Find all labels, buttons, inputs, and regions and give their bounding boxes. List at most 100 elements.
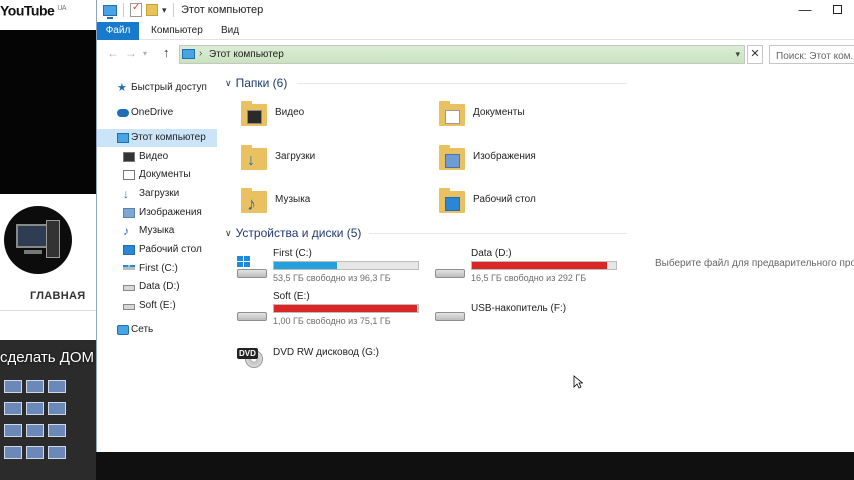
documents-folder-icon: [439, 100, 465, 126]
folder-name: Документы: [473, 107, 525, 118]
sidebar-item-label: Загрузки: [139, 188, 180, 199]
drives-group-header[interactable]: ∨ Устройства и диски (5): [225, 226, 361, 240]
properties-icon[interactable]: [130, 2, 142, 17]
search-box[interactable]: [769, 45, 854, 65]
drive-usage-fill: [274, 262, 338, 269]
chevron-right-icon[interactable]: ›: [199, 48, 202, 59]
youtube-region: UA: [57, 5, 67, 12]
drive-usage-bar: [273, 261, 419, 270]
close-icon[interactable]: ✕: [747, 45, 763, 64]
drive-usage-fill: [472, 262, 608, 269]
folder-item-desktop[interactable]: Рабочий стол: [435, 181, 625, 221]
sidebar-item-label: Видео: [139, 151, 169, 162]
address-bar[interactable]: › Этот компьютер ▾: [179, 45, 745, 64]
address-path[interactable]: Этот компьютер: [209, 49, 284, 60]
address-history-dropdown-icon[interactable]: ▾: [735, 49, 740, 60]
customize-toolbar-dropdown-icon[interactable]: ▾: [162, 5, 167, 16]
music-folder-icon: ♪: [123, 224, 129, 238]
sidebar-item-label: Data (D:): [139, 281, 180, 292]
tab-file[interactable]: Файл: [97, 22, 139, 40]
usb-drive-icon: [433, 299, 467, 325]
folder-name: Видео: [275, 107, 305, 118]
group-divider: [369, 233, 627, 234]
drive-item-d[interactable]: Data (D:) 16,5 ГБ свободно из 292 ГБ: [433, 248, 643, 288]
sidebar-item-label: First (C:): [139, 263, 178, 274]
quick-access-toolbar: ▾: [103, 2, 176, 19]
network-icon: [117, 325, 129, 335]
folder-item-downloads[interactable]: ↓ Загрузки: [237, 138, 427, 178]
drive-item-g[interactable]: DVD DVD RW дисковод (G:): [235, 334, 445, 374]
sidebar-item-downloads[interactable]: ↓ Загрузки: [97, 185, 217, 203]
sidebar-item-quick-access[interactable]: ★ Быстрый доступ: [97, 79, 217, 97]
youtube-background-page: YouTube UA ГЛАВНАЯ сделать ДОМ: [0, 0, 96, 480]
new-folder-icon[interactable]: [146, 4, 158, 16]
drive-item-e[interactable]: Soft (E:) 1,00 ГБ свободно из 75,1 ГБ: [235, 291, 445, 331]
sidebar-item-videos[interactable]: Видео: [97, 148, 217, 166]
sidebar-item-documents[interactable]: Документы: [97, 166, 217, 184]
maximize-button[interactable]: [827, 2, 847, 17]
tab-view[interactable]: Вид: [211, 22, 249, 40]
sidebar-item-network[interactable]: Сеть: [97, 321, 217, 339]
sidebar-item-drive-d[interactable]: Data (D:): [97, 278, 217, 296]
address-row: ← → ▾ ↑ › Этот компьютер ▾ ✕: [97, 41, 854, 67]
group-title: Устройства и диски (5): [235, 226, 362, 240]
youtube-video-area[interactable]: [0, 30, 96, 194]
documents-folder-icon: [123, 170, 135, 180]
sidebar-item-drive-e[interactable]: Soft (E:): [97, 297, 217, 315]
sidebar-item-label: Музыка: [139, 225, 175, 236]
collapse-chevron-icon[interactable]: ∨: [225, 228, 232, 238]
drive-name: First (C:): [273, 248, 312, 259]
drive-name: USB-накопитель (F:): [471, 303, 567, 314]
windows-drive-icon: [235, 256, 269, 282]
sidebar-item-drive-c[interactable]: First (C:): [97, 260, 217, 278]
divider: [0, 310, 96, 311]
minimize-button[interactable]: —: [795, 2, 815, 17]
folder-item-videos[interactable]: Видео: [237, 94, 427, 134]
folder-item-pictures[interactable]: Изображения: [435, 138, 625, 178]
up-arrow-icon[interactable]: ↑: [163, 45, 170, 60]
toolbar-separator: [172, 3, 174, 17]
channel-tab-home[interactable]: ГЛАВНАЯ: [30, 290, 85, 302]
music-folder-icon: ♪: [241, 187, 267, 213]
folder-item-music[interactable]: ♪ Музыка: [237, 181, 427, 221]
sidebar-item-label: OneDrive: [131, 107, 174, 118]
sidebar-item-label: Быстрый доступ: [131, 82, 207, 93]
windows-drive-icon: [123, 265, 135, 270]
sidebar-item-label: Этот компьютер: [131, 132, 206, 143]
search-input[interactable]: [770, 48, 854, 65]
computer-icon[interactable]: [103, 4, 117, 19]
sidebar-item-pictures[interactable]: Изображения: [97, 204, 217, 222]
sidebar-item-desktop[interactable]: Рабочий стол: [97, 241, 217, 259]
drive-icon: [123, 285, 135, 291]
pictures-folder-icon: [123, 208, 135, 218]
sidebar-item-this-pc[interactable]: Этот компьютер: [97, 129, 217, 147]
drive-free-space: 16,5 ГБ свободно из 292 ГБ: [471, 273, 587, 283]
recent-locations-chevron-icon[interactable]: ▾: [143, 49, 147, 58]
video-title[interactable]: сделать ДОМ: [0, 349, 94, 366]
background-bottom-strip: [96, 452, 854, 480]
folder-name: Рабочий стол: [473, 194, 536, 205]
title-bar[interactable]: ▾ Этот компьютер —: [97, 0, 854, 22]
sidebar-item-music[interactable]: ♪ Музыка: [97, 222, 217, 240]
back-arrow-icon[interactable]: ←: [107, 46, 119, 60]
sidebar-item-onedrive[interactable]: OneDrive: [97, 104, 217, 122]
downloads-folder-icon: ↓: [123, 187, 129, 201]
forward-arrow-icon[interactable]: →: [125, 46, 137, 60]
dvd-drive-icon: DVD: [235, 342, 269, 368]
video-folder-icon: [241, 100, 267, 126]
drive-icon: [433, 256, 467, 282]
drive-item-f[interactable]: USB-накопитель (F:): [433, 291, 643, 331]
youtube-logo[interactable]: YouTube UA: [0, 0, 96, 22]
tab-computer[interactable]: Компьютер: [141, 22, 213, 40]
navigation-pane: ★ Быстрый доступ OneDrive Этот компьютер…: [97, 70, 217, 452]
folder-name: Загрузки: [275, 151, 316, 162]
drive-item-c[interactable]: First (C:) 53,5 ГБ свободно из 96,3 ГБ: [235, 248, 445, 288]
sidebar-item-label: Soft (E:): [139, 300, 176, 311]
sidebar-item-label: Сеть: [131, 324, 154, 335]
collapse-chevron-icon[interactable]: ∨: [225, 78, 232, 88]
drive-free-space: 1,00 ГБ свободно из 75,1 ГБ: [273, 316, 391, 326]
drive-usage-bar: [471, 261, 617, 270]
folder-item-documents[interactable]: Документы: [435, 94, 625, 134]
folders-group-header[interactable]: ∨ Папки (6): [225, 76, 287, 90]
channel-avatar[interactable]: [4, 206, 72, 274]
